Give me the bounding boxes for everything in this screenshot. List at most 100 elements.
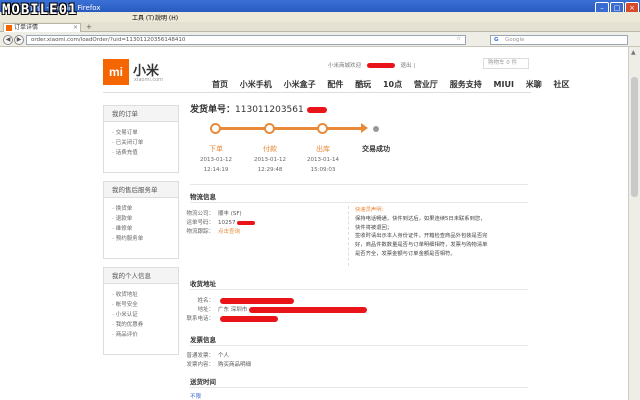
delivery-value: 不限: [190, 394, 202, 400]
vertical-scrollbar[interactable]: ▲: [628, 47, 640, 400]
nav-miliao[interactable]: 米聊: [526, 80, 542, 89]
sidebar-personal: 我的个人信息 收货地址 帐号安全 小米认证 我的优惠券 商品评价: [103, 267, 179, 355]
back-icon[interactable]: ◀: [3, 35, 13, 45]
main-nav: 首页 小米手机 小米盒子 配件 酷玩 10点 营业厅 服务支持 MIUI 米聊 …: [212, 79, 579, 90]
redacted-address: [249, 306, 367, 313]
invoice-title: 发票信息: [190, 336, 216, 344]
shipping-address-label: 地址：: [197, 307, 214, 313]
courier-notice-line: 签收时请出示本人身份证件，开箱检查商品外包装是否完: [355, 233, 488, 240]
sidebar-item-exchange[interactable]: 换货单: [112, 204, 178, 214]
logistics-company-value: 顺丰 (SF): [218, 211, 242, 217]
sidebar-item-appointment[interactable]: 预约服务单: [112, 234, 178, 244]
courier-notice-line: 是否齐全，发票金额与订单金额是否相符。: [355, 250, 456, 257]
logistics-track-label: 物流跟踪：: [186, 229, 214, 235]
sidebar-item-refund[interactable]: 退款单: [112, 214, 178, 224]
redacted-order-suffix: [306, 106, 327, 113]
courier-notice-line: 好，商品件数数量是否与订单明细相符，发票与购物清单: [355, 242, 488, 249]
tab-label: 订单详情: [14, 24, 39, 31]
site-watermark: MOBILE01: [2, 2, 78, 18]
menu-bar: 工具 (T) 說明 (H): [0, 12, 640, 22]
bookmark-star-icon[interactable]: ☆: [456, 35, 461, 42]
nav-mi-phone[interactable]: 小米手机: [240, 80, 272, 89]
scrollbar-thumb[interactable]: [631, 77, 638, 197]
shipping-phone-label: 联系电话：: [186, 316, 214, 322]
section-divider: [190, 387, 528, 388]
order-title: 发货单号：113011203561: [190, 102, 327, 115]
step-dot-shipped: [317, 123, 328, 134]
step-label-complete: 交易成功: [362, 145, 390, 153]
step-time-ordered: 12:14:19: [203, 167, 229, 173]
nav-10am[interactable]: 10点: [383, 80, 402, 89]
invoice-content-label: 发票内容：: [186, 362, 214, 368]
logout-link[interactable]: 退出: [401, 63, 412, 69]
search-input[interactable]: G Google: [490, 35, 628, 45]
shipping-address-prefix: 广东 深圳市: [218, 307, 248, 313]
order-number: 113011203561: [235, 105, 304, 115]
google-icon: G: [494, 37, 499, 43]
logistics-track-row: 物流跟踪： 点击查询: [186, 227, 240, 235]
scroll-up-icon[interactable]: ▲: [631, 49, 636, 56]
step-label-paid: 付款: [263, 145, 277, 153]
search-placeholder: Google: [505, 37, 525, 43]
nav-home[interactable]: 首页: [212, 80, 228, 89]
tab-order-detail[interactable]: 订单详情 ×: [3, 23, 81, 32]
sidebar-personal-title: 我的个人信息: [104, 268, 178, 284]
mi-logo[interactable]: mi: [103, 59, 129, 85]
sidebar-item-repair[interactable]: 维修单: [112, 224, 178, 234]
menu-help[interactable]: 說明 (H): [155, 13, 178, 22]
nav-miui[interactable]: MIUI: [494, 80, 514, 89]
sidebar-item-recharge[interactable]: 话费充值: [112, 148, 178, 158]
web-page: 小米商城欢迎 退出 | 购物车 0 件 mi 小米 xiaomi.com 首页 …: [0, 47, 628, 400]
redacted-recipient-name: [219, 297, 294, 304]
sidebar-item-verification[interactable]: 小米认证: [112, 310, 178, 320]
courier-notice-line: 快件将被退回；: [355, 224, 393, 231]
step-dot-complete: [373, 126, 379, 132]
logistics-tracking-label: 运单号码：: [186, 220, 214, 226]
order-number-label: 发货单号：: [190, 105, 236, 115]
nav-divider: [103, 92, 531, 93]
sidebar-item-security[interactable]: 帐号安全: [112, 300, 178, 310]
step-date-ordered: 2013-01-12: [200, 157, 232, 163]
navigation-toolbar: ◀ ▶ order.xiaomi.com/loadOrder/?uid=1130…: [0, 32, 640, 47]
nav-community[interactable]: 社区: [554, 80, 570, 89]
forward-icon[interactable]: ▶: [14, 35, 24, 45]
step-time-shipped: 15:09:03: [310, 167, 336, 173]
logistics-tracking-value: 10257: [218, 220, 236, 226]
track-query-link[interactable]: 点击查询: [218, 229, 240, 235]
nav-service-hall[interactable]: 营业厅: [414, 80, 438, 89]
nav-mi-box[interactable]: 小米盒子: [284, 80, 316, 89]
shipping-name-label: 姓名：: [197, 298, 214, 304]
sidebar-item-reviews[interactable]: 商品评价: [112, 330, 178, 340]
shipping-title: 收货地址: [190, 280, 216, 288]
sidebar-services: 我的售后服务单 换货单 退款单 维修单 预约服务单: [103, 181, 179, 259]
courier-notice: 快递员声明： 保持电话畅通，快件到达后，如果连续5日未联系到您， 快件将被退回；…: [348, 206, 522, 266]
tab-close-icon[interactable]: ×: [73, 24, 78, 32]
sidebar-item-address[interactable]: 收货地址: [112, 290, 178, 300]
cart-button[interactable]: 购物车 0 件: [483, 58, 529, 69]
logistics-title: 物流信息: [190, 193, 216, 201]
invoice-type-value: 个人: [218, 353, 230, 359]
step-date-shipped: 2013-01-14: [307, 157, 339, 163]
redacted-tracking-suffix: [237, 220, 256, 225]
invoice-type-row: 普通发票： 个人: [186, 351, 229, 359]
sidebar-item-trade-orders[interactable]: 交易订单: [112, 128, 178, 138]
sidebar-item-coupons[interactable]: 我的优惠券: [112, 320, 178, 330]
user-bar-separator: |: [413, 63, 416, 69]
menu-tools[interactable]: 工具 (T): [132, 13, 154, 22]
section-divider: [190, 345, 528, 346]
section-divider: [190, 202, 528, 203]
logistics-company-label: 物流公司：: [186, 211, 214, 217]
sidebar-services-title: 我的售后服务单: [104, 182, 178, 198]
nav-accessories[interactable]: 配件: [327, 80, 343, 89]
url-input[interactable]: order.xiaomi.com/loadOrder/?uid=11301120…: [26, 35, 466, 45]
shipping-name-row: 姓名：: [186, 296, 294, 304]
sidebar-item-closed-orders[interactable]: 已关闭订单: [112, 138, 178, 148]
cart-label: 购物车 0 件: [488, 60, 517, 66]
step-date-paid: 2013-01-12: [254, 157, 286, 163]
courier-notice-title: 快递员声明：: [355, 207, 387, 213]
invoice-content-row: 发票内容： 购买商品明细: [186, 360, 251, 368]
nav-cool[interactable]: 酷玩: [355, 80, 371, 89]
new-tab-button[interactable]: +: [86, 23, 92, 31]
shipping-address-row: 地址： 广东 深圳市: [186, 305, 367, 313]
nav-support[interactable]: 服务支持: [450, 80, 482, 89]
